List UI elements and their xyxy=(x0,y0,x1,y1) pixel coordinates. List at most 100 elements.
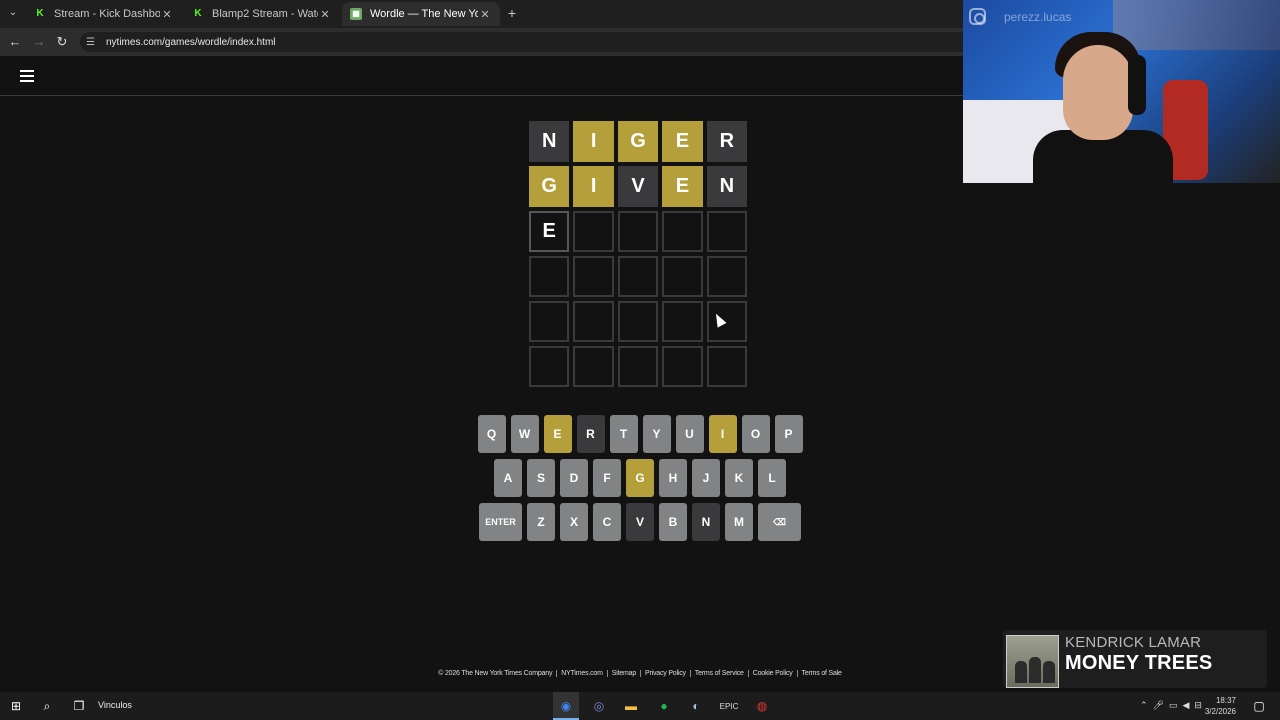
footer-link[interactable]: Terms of Sale xyxy=(798,670,846,677)
board-tile xyxy=(573,346,614,387)
key-l[interactable]: L xyxy=(758,459,786,497)
clock[interactable]: 18:37 3/2/2026 xyxy=(1205,695,1236,717)
epic-games-icon[interactable]: EPIC xyxy=(720,697,739,715)
key-q[interactable]: Q xyxy=(477,415,506,453)
footer-link[interactable]: Sitemap xyxy=(607,670,642,677)
clock-date: 3/2/2026 xyxy=(1204,707,1236,716)
language-icon[interactable]: ⊟ xyxy=(1194,700,1202,711)
key-b[interactable]: B xyxy=(659,503,687,541)
kick-icon: K xyxy=(194,8,202,19)
search-icon[interactable]: ⌕ xyxy=(38,697,56,715)
key-r[interactable]: R xyxy=(576,415,605,453)
chrome-icon[interactable]: ◉ xyxy=(557,697,575,715)
key-o[interactable]: O xyxy=(741,415,770,453)
board-tile: V xyxy=(617,166,659,207)
board-row: E xyxy=(529,211,751,252)
close-tab-icon[interactable]: ✕ xyxy=(160,8,174,21)
board-tile: G xyxy=(529,166,570,207)
key-v[interactable]: V xyxy=(626,503,654,541)
board-tile: I xyxy=(573,166,614,207)
board-tile: G xyxy=(617,121,659,162)
backspace-key[interactable]: ⌫ xyxy=(758,503,801,541)
key-y[interactable]: Y xyxy=(642,415,671,453)
board-tile xyxy=(573,256,614,297)
network-icon[interactable]: ▭ xyxy=(1169,700,1178,711)
instagram-handle-text: perezz.lucas xyxy=(1004,9,1072,24)
menu-icon[interactable] xyxy=(20,70,34,82)
key-t[interactable]: T xyxy=(609,415,638,453)
tab-kick-dashboard[interactable]: K Stream - Kick Dashboard ✕ xyxy=(26,2,182,26)
tab-label: Blamp2 Stream - Watch Live on xyxy=(212,8,318,20)
key-p[interactable]: P xyxy=(774,415,803,453)
forward-button[interactable]: → xyxy=(31,34,47,50)
keyboard-row: QWERTYUIOP xyxy=(477,415,803,453)
board-row: GIVEN xyxy=(529,166,751,207)
key-a[interactable]: A xyxy=(494,459,522,497)
board-tile: I xyxy=(573,121,614,162)
chevron-up-icon[interactable]: ⌃ xyxy=(1140,700,1148,711)
key-d[interactable]: D xyxy=(560,459,588,497)
notifications-icon[interactable]: ▢ xyxy=(1250,697,1268,715)
key-f[interactable]: F xyxy=(593,459,621,497)
now-playing-title: MONEY TREES xyxy=(1065,652,1213,674)
new-tab-button[interactable]: + xyxy=(503,5,521,23)
key-w[interactable]: W xyxy=(510,415,539,453)
key-g[interactable]: G xyxy=(626,459,654,497)
close-tab-icon[interactable]: ✕ xyxy=(318,8,332,21)
task-view-icon[interactable]: ❐ xyxy=(70,697,88,715)
footer-link[interactable]: Privacy Policy xyxy=(641,670,691,677)
footer-link[interactable]: NYTimes.com xyxy=(557,670,608,677)
keyboard-row: ASDFGHJKL xyxy=(478,459,802,497)
board-row xyxy=(529,346,751,387)
app-icon[interactable]: ◍ xyxy=(753,697,771,715)
key-x[interactable]: X xyxy=(560,503,588,541)
board-tile: E xyxy=(529,211,570,252)
taskbar-toolbar-label[interactable]: Vinculos xyxy=(98,700,132,710)
file-explorer-icon[interactable]: ▬ xyxy=(622,697,640,715)
tab-blamp2-stream[interactable]: K Blamp2 Stream - Watch Live on ✕ xyxy=(184,2,340,26)
now-playing-overlay: KENDRICK LAMAR MONEY TREES xyxy=(1003,630,1267,688)
board-tile xyxy=(706,301,748,342)
wordle-icon: ▦ xyxy=(350,8,362,20)
volume-icon[interactable]: ◀︎ xyxy=(1183,700,1190,711)
instagram-handle: perezz.lucas xyxy=(969,8,1071,25)
key-j[interactable]: J xyxy=(692,459,720,497)
footer-link[interactable]: © 2026 The New York Times Company xyxy=(434,670,558,677)
close-tab-icon[interactable]: ✕ xyxy=(478,8,492,21)
instagram-icon xyxy=(969,8,986,25)
key-u[interactable]: U xyxy=(675,415,704,453)
key-h[interactable]: H xyxy=(659,459,687,497)
system-tray: ⌃ 🎤︎ ▭ ◀︎ ⊟ xyxy=(1140,700,1202,711)
board-tile: E xyxy=(662,121,703,162)
key-m[interactable]: M xyxy=(725,503,753,541)
board-tile xyxy=(617,346,659,387)
footer-link[interactable]: Terms of Service xyxy=(690,670,749,677)
now-playing-artist: KENDRICK LAMAR xyxy=(1065,634,1202,651)
address-bar[interactable]: ☰ nytimes.com/games/wordle/index.html xyxy=(80,32,1080,52)
site-settings-icon[interactable]: ☰ xyxy=(86,37,98,48)
spotify-icon[interactable]: ● xyxy=(655,697,673,715)
key-s[interactable]: S xyxy=(527,459,555,497)
steam-icon[interactable]: ◐ xyxy=(687,697,705,715)
key-enter[interactable]: ENTER xyxy=(479,503,522,541)
board-tile xyxy=(617,301,659,342)
url-text: nytimes.com/games/wordle/index.html xyxy=(106,36,276,48)
tab-search-icon[interactable]: ⌄ xyxy=(4,4,22,22)
board-tile xyxy=(662,346,703,387)
back-button[interactable]: ← xyxy=(7,34,23,50)
windows-start-icon[interactable]: ⊞ xyxy=(7,697,25,715)
key-c[interactable]: C xyxy=(593,503,621,541)
board-tile xyxy=(706,256,748,297)
discord-icon[interactable]: ◎ xyxy=(590,697,608,715)
tab-wordle[interactable]: ▦ Wordle — The New York Times ✕ xyxy=(342,2,500,26)
key-i[interactable]: I xyxy=(708,415,737,453)
key-k[interactable]: K xyxy=(725,459,753,497)
key-e[interactable]: E xyxy=(543,415,572,453)
footer-link[interactable]: Cookie Policy xyxy=(748,670,798,677)
board-row xyxy=(529,256,751,297)
key-n[interactable]: N xyxy=(692,503,720,541)
reload-button[interactable]: ↻ xyxy=(54,34,70,50)
microphone-icon[interactable]: 🎤︎ xyxy=(1153,700,1164,711)
keyboard-row: ENTER Z X C V B N M ⌫ xyxy=(478,503,802,541)
key-z[interactable]: Z xyxy=(527,503,555,541)
